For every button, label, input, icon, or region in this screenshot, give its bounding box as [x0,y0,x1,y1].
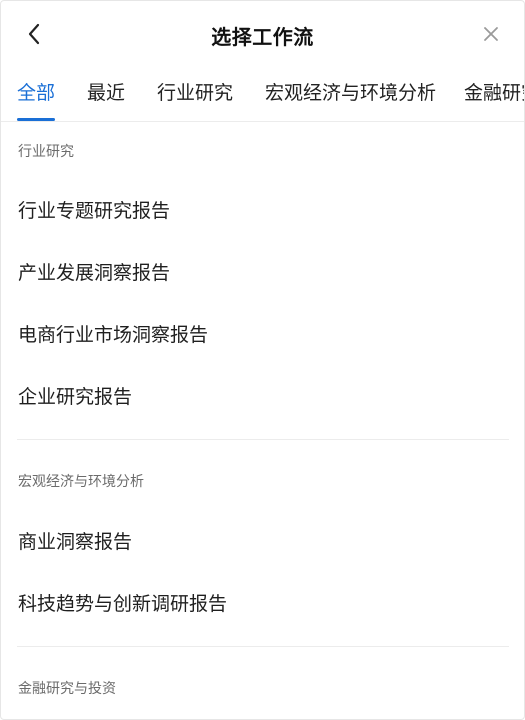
close-button[interactable] [476,19,506,49]
workflow-item[interactable]: 产业发展洞察报告 [18,258,170,285]
workflow-picker-dialog: 选择工作流 全部 最近 行业研究 宏观经济与环境分析 金融研究 行业研究 行业专… [0,0,525,720]
close-icon [484,27,498,41]
tab-finance-research[interactable]: 金融研究 [464,65,524,121]
tab-industry-research[interactable]: 行业研究 [157,65,233,121]
tab-recent[interactable]: 最近 [87,65,125,121]
workflow-item[interactable]: 电商行业市场洞察报告 [18,320,208,347]
tab-all[interactable]: 全部 [17,65,55,121]
section-title-industry: 行业研究 [18,144,74,160]
section-title-finance: 金融研究与投资 [18,681,116,697]
workflow-item[interactable]: 企业研究报告 [18,382,132,409]
workflow-item[interactable]: 科技趋势与创新调研报告 [18,589,227,616]
header: 选择工作流 [1,1,524,65]
active-tab-indicator [17,118,55,121]
tab-bar: 全部 最近 行业研究 宏观经济与环境分析 金融研究 [1,65,524,122]
section-title-macro: 宏观经济与环境分析 [18,474,144,490]
section-divider [17,646,509,647]
workflow-item[interactable]: 商业洞察报告 [18,527,132,554]
page-title: 选择工作流 [211,25,314,49]
workflow-item[interactable]: 行业专题研究报告 [18,196,170,223]
tab-macro-economy[interactable]: 宏观经济与环境分析 [265,65,436,121]
section-divider [17,439,509,440]
